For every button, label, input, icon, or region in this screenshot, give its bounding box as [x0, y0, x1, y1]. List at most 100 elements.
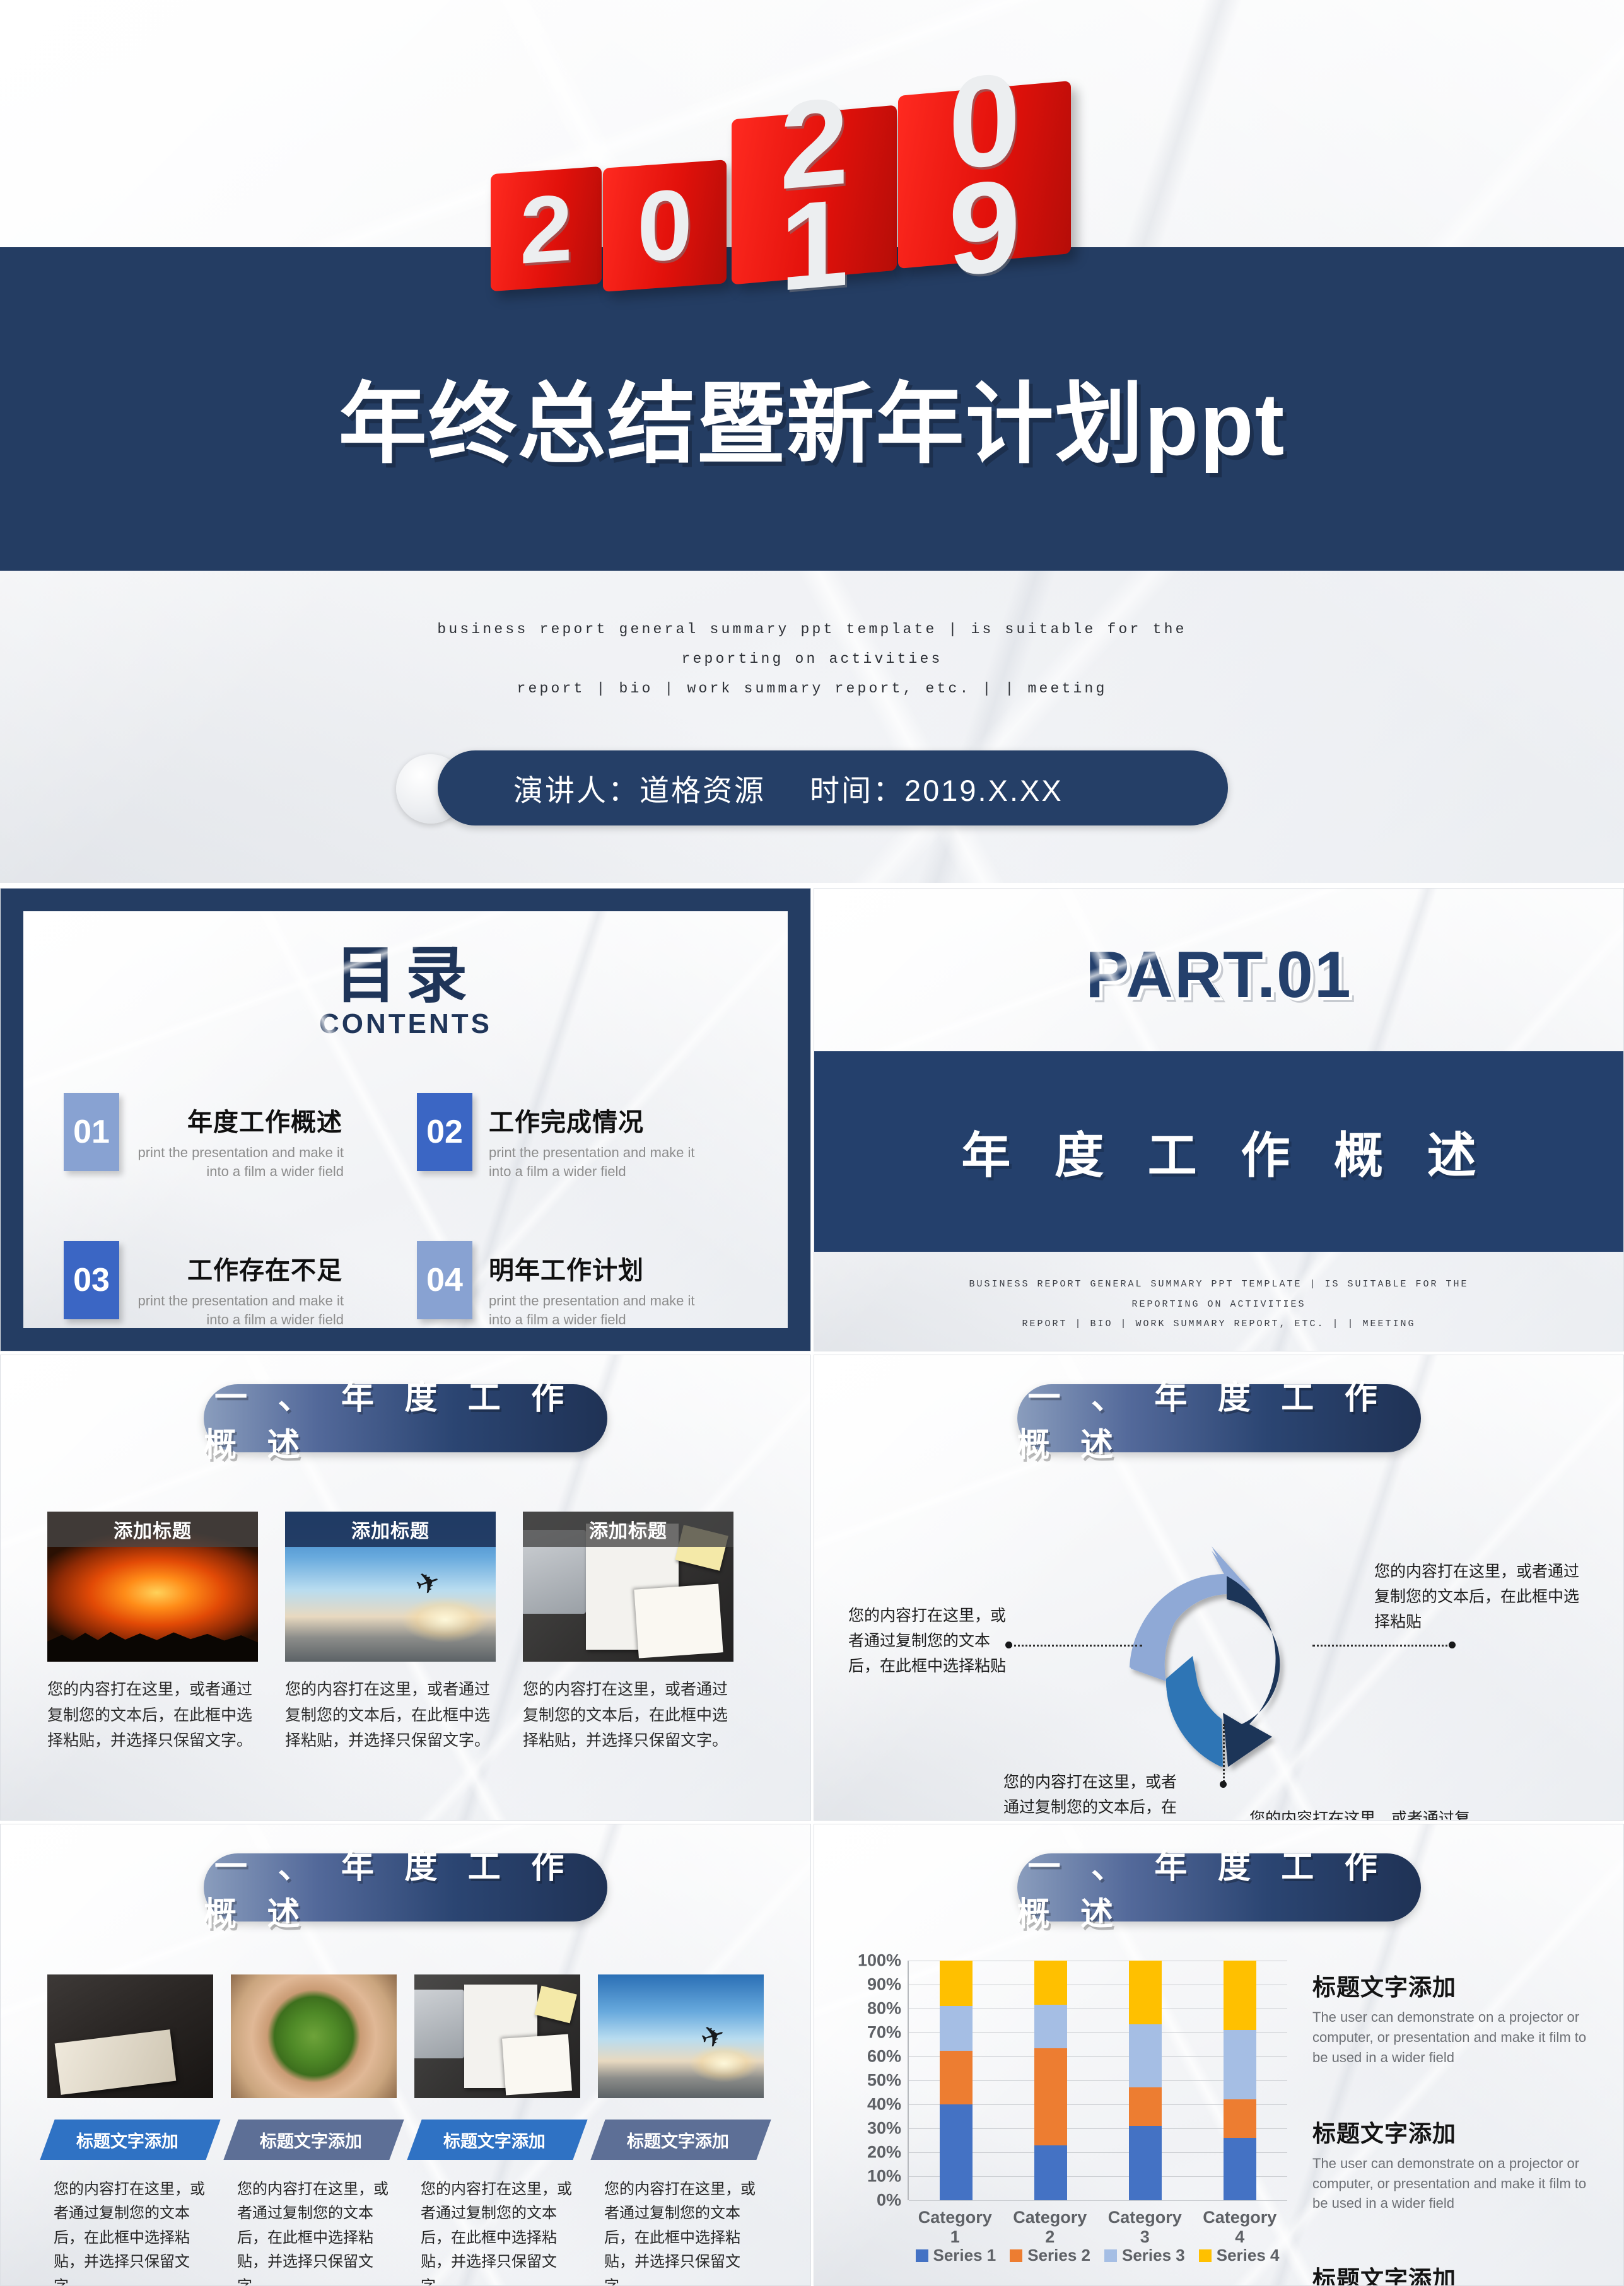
chart-legend-item: Series 2: [1010, 2246, 1090, 2265]
photo-card[interactable]: 添加标题 您的内容打在这里，或者通过复制您的文本后，在此框中选择粘贴，并选择只保…: [285, 1512, 496, 1754]
part-footer-line-3: REPORT | BIO | WORK SUMMARY REPORT, ETC.…: [1022, 1319, 1416, 1329]
slide-four-photo-tags[interactable]: 一 、 年 度 工 作 概 述 标题文字添加 标题文字添加 标题文字添加 标题文…: [0, 1824, 811, 2286]
bird-sky-photo: [598, 1974, 764, 2098]
photo-card[interactable]: 添加标题 您的内容打在这里，或者通过复制您的文本后，在此框中选择粘贴，并选择只保…: [47, 1512, 258, 1754]
connector-line-right: [1312, 1645, 1452, 1647]
circular-arrows-icon: [1130, 1546, 1280, 1767]
part-footer-line-2: REPORTING ON ACTIVITIES: [1131, 1298, 1306, 1310]
photo-body-text: 您的内容打在这里，或者通过复制您的文本后，在此框中选择粘贴，并选择只保留文字。: [54, 2181, 205, 2285]
contents-label-03: 工作存在不足: [187, 1257, 342, 1285]
slide-thumbnail-grid: 目录 CONTENTS 01 年度工作概述 print the presenta…: [0, 888, 1624, 2286]
photo-caption: 添加标题: [285, 1512, 496, 1547]
chart-y-tick: 60%: [867, 2046, 901, 2066]
chart-y-tick: 90%: [867, 1974, 901, 1994]
section-pill-label: 一 、 年 度 工 作 概 述: [1017, 1849, 1388, 1933]
photo-caption: 添加标题: [47, 1512, 258, 1547]
chart-y-tick: 10%: [867, 2166, 901, 2186]
desk-charts-photo: [414, 1974, 580, 2098]
connector-dot-bottom: [1220, 1781, 1227, 1788]
chart-legend: Series 1 Series 2 Series 3 Series 4: [908, 2246, 1287, 2265]
photo-body-text: 您的内容打在这里，或者通过复制您的文本后，在此框中选择粘贴，并选择只保留文字。: [604, 2181, 756, 2285]
chart-note-block: 标题文字添加 The user can demonstrate on a pro…: [1312, 2260, 1598, 2285]
slide-contents[interactable]: 目录 CONTENTS 01 年度工作概述 print the presenta…: [0, 888, 811, 1351]
contents-label-01: 年度工作概述: [187, 1109, 342, 1136]
contents-desc-04: print the presentation and make it into …: [489, 1293, 695, 1328]
cube-digit-21: 21: [732, 72, 897, 317]
chart-plot-area: [908, 1961, 1287, 2201]
photo-card-text: 您的内容打在这里，或者通过复制您的文本后，在此框中选择粘贴，并选择只保留文字。: [523, 1681, 728, 1749]
part-title-band: 年 度 工 作 概 述: [814, 1051, 1623, 1252]
slide-stacked-bar-chart[interactable]: 一 、 年 度 工 作 概 述 0% 10% 20% 30% 40% 50% 60% 70% 8…: [814, 1824, 1624, 2286]
contents-item-01[interactable]: 01 年度工作概述 print the presentation and mak…: [64, 1093, 404, 1181]
chart-bar-segment: [1224, 2138, 1256, 2200]
photo-tag[interactable]: 标题文字添加: [407, 2120, 588, 2160]
slide-part-01[interactable]: PART.01 年 度 工 作 概 述 BUSINESS REPORT GENE…: [814, 888, 1624, 1351]
chart-legend-label: Series 2: [1027, 2246, 1090, 2265]
chart-note-desc: The user can demonstrate on a projector …: [1312, 2009, 1587, 2065]
photo-tag[interactable]: 标题文字添加: [40, 2120, 221, 2160]
chart-bar-segment: [940, 2050, 973, 2104]
chart-bar-segment: [1034, 2005, 1067, 2048]
chart-note-title: 标题文字添加: [1312, 2120, 1456, 2147]
slide-cycle-diagram[interactable]: 一 、 年 度 工 作 概 述 您的内容打在这里，或者通过复制您的文本后，在此框…: [814, 1355, 1624, 1821]
cycle-diagram-area: 您的内容打在这里，或者通过复制您的文本后，在此框中选择粘贴 您的内容打在这里，或…: [814, 1491, 1623, 1820]
chart-y-tick: 80%: [867, 1998, 901, 2018]
part-number: PART.01: [1085, 938, 1352, 1012]
photo-tag-label: 标题文字添加: [443, 2131, 546, 2151]
chart-side-notes: 标题文字添加 The user can demonstrate on a pro…: [1312, 1968, 1598, 2285]
part-footer-text: BUSINESS REPORT GENERAL SUMMARY PPT TEMP…: [814, 1274, 1623, 1334]
connector-line-bottom: [1223, 1724, 1225, 1782]
chart-x-axis: Category 1 Category 2 Category 3 Category 4: [908, 2208, 1287, 2247]
contents-label-02: 工作完成情况: [489, 1109, 644, 1136]
photo-thumbnail[interactable]: [47, 1974, 213, 2098]
chart-bar-segment: [1034, 2048, 1067, 2145]
photo-card-text: 您的内容打在这里，或者通过复制您的文本后，在此框中选择粘贴，并选择只保留文字。: [285, 1681, 491, 1749]
chart-y-tick: 40%: [867, 2094, 901, 2114]
chart-bar-segment: [1129, 2126, 1162, 2200]
connector-dot-right: [1449, 1642, 1456, 1648]
photo-thumbnail[interactable]: [414, 1974, 580, 2098]
chart-note-block: 标题文字添加 The user can demonstrate on a pro…: [1312, 2114, 1598, 2214]
section-pill-header: 一 、 年 度 工 作 概 述: [1017, 1849, 1421, 1933]
contents-number-02: 02: [417, 1093, 472, 1171]
contents-navy-frame: 目录 CONTENTS 01 年度工作概述 print the presenta…: [1, 889, 810, 1351]
photo-card-row: 添加标题 您的内容打在这里，或者通过复制您的文本后，在此框中选择粘贴，并选择只保…: [47, 1512, 764, 1754]
chart-y-tick: 50%: [867, 2070, 901, 2090]
section-pill-header: 一 、 年 度 工 作 概 述: [1017, 1380, 1421, 1464]
section-pill-header: 一 、 年 度 工 作 概 述: [204, 1380, 607, 1464]
cover-subtitle: business report general summary ppt temp…: [0, 615, 1624, 704]
photo-row-4: [47, 1974, 764, 2098]
section-pill-label: 一 、 年 度 工 作 概 述: [1017, 1380, 1388, 1464]
chart-bar-segment: [1034, 2145, 1067, 2200]
photo-body-text: 您的内容打在这里，或者通过复制您的文本后，在此框中选择粘贴，并选择只保留文字。: [421, 2181, 572, 2285]
section-pill-header: 一 、 年 度 工 作 概 述: [204, 1849, 607, 1933]
chart-legend-swatch: [1010, 2249, 1023, 2262]
photo-thumbnail[interactable]: [231, 1974, 397, 2098]
contents-item-03[interactable]: 03 工作存在不足 print the presentation and mak…: [64, 1241, 404, 1329]
photo-thumbnail[interactable]: [598, 1974, 764, 2098]
chart-x-tick: Category 3: [1107, 2208, 1182, 2246]
contents-item-grid: 01 年度工作概述 print the presentation and mak…: [64, 1093, 757, 1329]
chart-gridline: [909, 2200, 1287, 2201]
chart-bars: [909, 1961, 1287, 2200]
contents-inner-panel: 目录 CONTENTS 01 年度工作概述 print the presenta…: [23, 911, 788, 1328]
slide-three-photo-cards[interactable]: 一 、 年 度 工 作 概 述 添加标题 您的内容打在这里，或者通过复制您的文本…: [0, 1355, 811, 1821]
photo-tag[interactable]: 标题文字添加: [590, 2120, 771, 2160]
section-pill-label: 一 、 年 度 工 作 概 述: [204, 1849, 575, 1933]
chart-note-title: 标题文字添加: [1312, 1974, 1456, 2000]
photo-card[interactable]: 添加标题 您的内容打在这里，或者通过复制您的文本后，在此框中选择粘贴，并选择只保…: [523, 1512, 733, 1754]
photo-thumbnail: 添加标题: [285, 1512, 496, 1662]
contents-item-02[interactable]: 02 工作完成情况 print the presentation and mak…: [417, 1093, 757, 1181]
chart-legend-swatch: [915, 2249, 928, 2262]
photo-tag[interactable]: 标题文字添加: [223, 2120, 404, 2160]
chart-legend-swatch: [1104, 2249, 1117, 2262]
chart-bar: [1129, 1961, 1162, 2200]
speaker-info-bar: 演讲人：道格资源 时间：2019.X.XX: [396, 750, 1229, 826]
chart-bar-segment: [940, 1961, 973, 2007]
chart-bar: [1034, 1961, 1067, 2200]
meeting-table-photo: [47, 1974, 213, 2098]
cube-digit-0: 0: [603, 160, 727, 292]
chart-legend-label: Series 3: [1122, 2246, 1185, 2265]
cover-subtitle-line-3: report | bio | work summary report, etc.…: [517, 680, 1107, 697]
contents-item-04[interactable]: 04 明年工作计划 print the presentation and mak…: [417, 1241, 757, 1329]
